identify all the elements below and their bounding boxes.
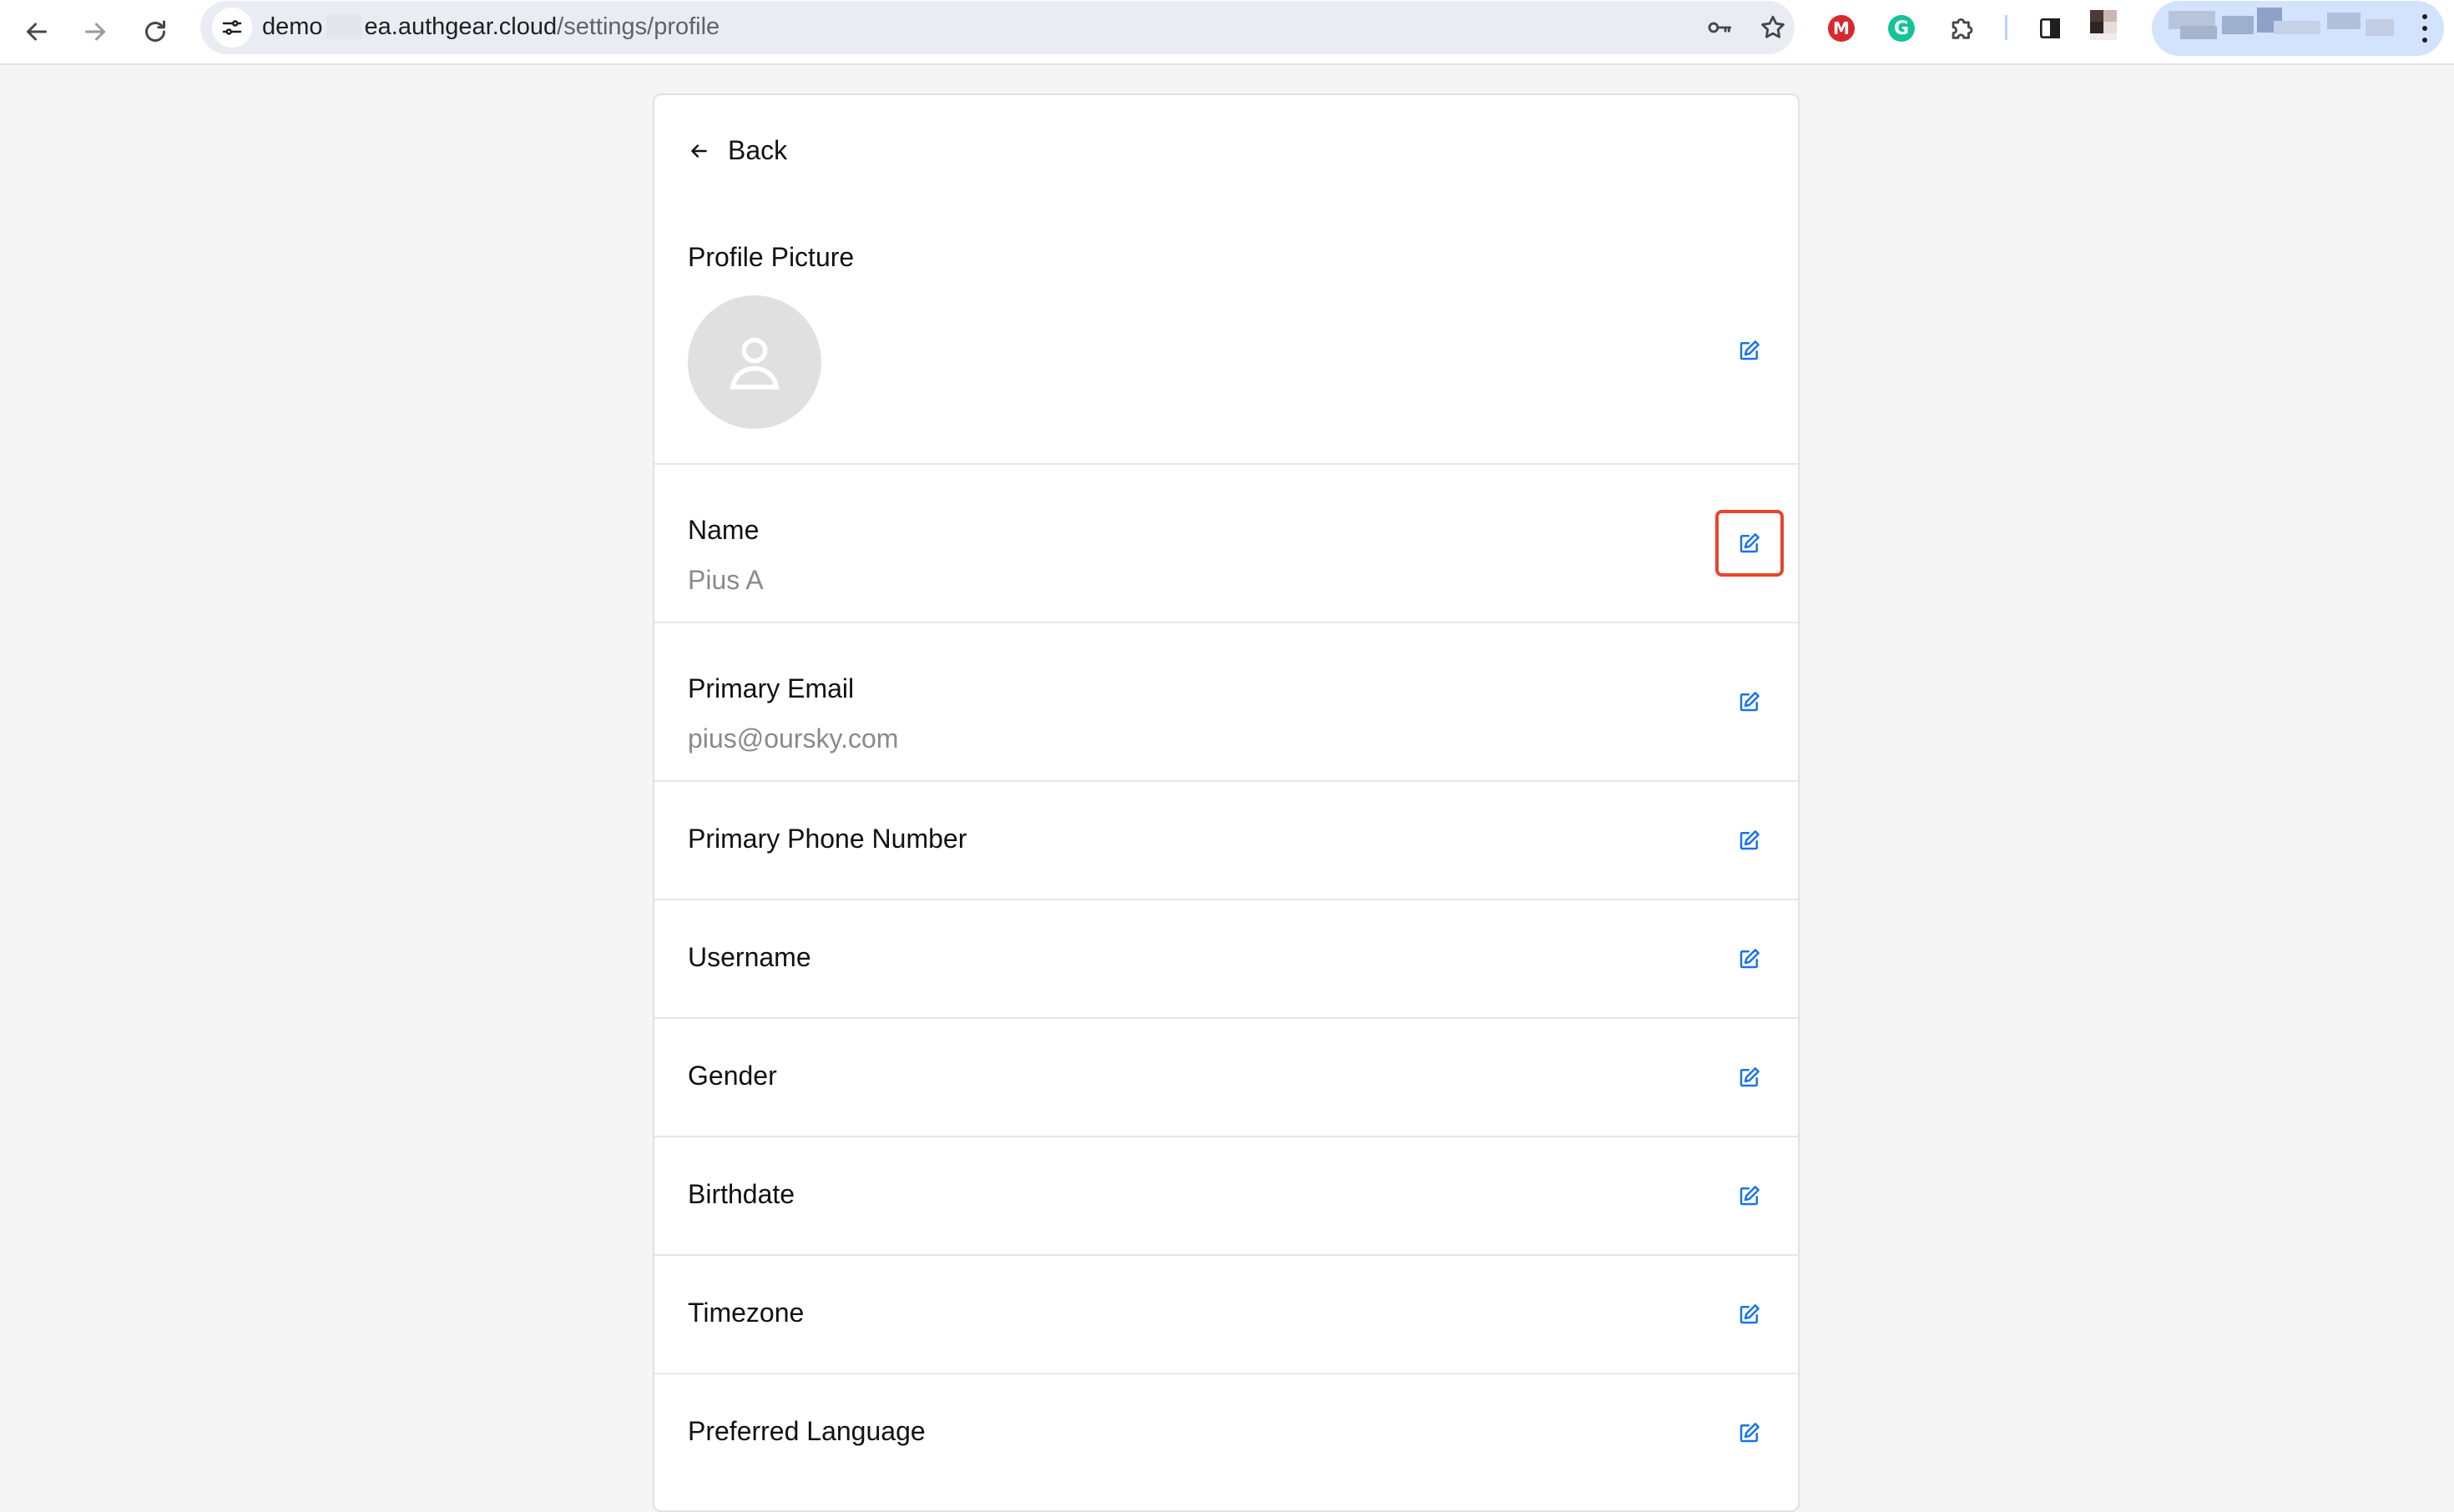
kebab-menu-icon[interactable] [2421, 14, 2429, 43]
field-label: Name [688, 515, 760, 545]
browser-reload-button[interactable] [132, 8, 179, 55]
profile-settings-card: Back Profile Picture Name Pius A Primary… [653, 93, 1800, 1512]
edit-timezone-button[interactable] [1733, 1298, 1766, 1331]
account-profile-pill[interactable] [2152, 1, 2444, 56]
profile-avatar-button[interactable] [2087, 8, 2123, 42]
edit-primary-email-button[interactable] [1733, 685, 1766, 718]
user-avatar-icon [730, 337, 780, 390]
field-row-gender: Gender [654, 1019, 1798, 1137]
url-host-suffix: ea.authgear.cloud [364, 13, 558, 40]
browser-toolbar: demo ea.authgear.cloud/settings/profile M… [0, 0, 2454, 65]
browser-back-button[interactable] [13, 8, 60, 55]
field-label: Gender [688, 1061, 777, 1091]
back-arrow-icon [27, 23, 47, 41]
edit-birthdate-button[interactable] [1733, 1179, 1766, 1212]
edit-icon [1740, 830, 1760, 850]
edit-icon [1740, 1067, 1760, 1087]
field-row-username: Username [654, 900, 1798, 1019]
profile-picture-section: Profile Picture [654, 95, 1798, 465]
field-value: Pius A [688, 565, 764, 595]
edit-gender-button[interactable] [1733, 1061, 1766, 1094]
address-bar[interactable]: demo ea.authgear.cloud/settings/profile [200, 1, 1795, 54]
star-icon [1761, 15, 1785, 38]
edit-icon [1740, 1423, 1760, 1443]
field-row-primary-phone-number: Primary Phone Number [654, 782, 1798, 900]
field-row-name: Name Pius A [654, 465, 1798, 623]
field-row-preferred-language: Preferred Language [654, 1374, 1798, 1493]
grammarly-extension-button[interactable]: G [1885, 12, 1918, 45]
edit-profile-picture-button[interactable] [1733, 334, 1766, 367]
edit-preferred-language-button[interactable] [1733, 1416, 1766, 1449]
field-label: Preferred Language [688, 1416, 926, 1446]
edit-icon [1740, 949, 1760, 969]
password-manager-button[interactable] [1703, 11, 1736, 44]
edit-primary-phone-number-button[interactable] [1733, 824, 1766, 857]
site-settings-button[interactable] [212, 8, 252, 48]
edit-icon [1740, 1304, 1760, 1324]
url-path: /settings/profile [557, 13, 720, 40]
bookmark-button[interactable] [1756, 11, 1790, 44]
edit-icon [1740, 340, 1760, 360]
extensions-button[interactable] [1945, 12, 1978, 45]
forward-arrow-icon [85, 23, 105, 41]
profile-avatar [688, 295, 821, 429]
field-label: Primary Phone Number [688, 824, 967, 854]
field-row-timezone: Timezone [654, 1256, 1798, 1374]
side-panel-button[interactable] [2033, 12, 2067, 45]
field-row-primary-email: Primary Email pius@oursky.com [654, 623, 1798, 782]
edit-icon [1740, 692, 1760, 712]
field-label: Primary Email [688, 673, 855, 703]
url-host-prefix: demo [262, 13, 323, 40]
field-label: Username [688, 942, 811, 972]
toolbar-divider [2005, 15, 2007, 40]
mega-extension-button[interactable]: M [1825, 12, 1858, 45]
edit-icon [1740, 533, 1760, 553]
field-row-birthdate: Birthdate [654, 1137, 1798, 1256]
site-settings-icon [222, 20, 242, 35]
field-label: Birthdate [688, 1179, 795, 1209]
edit-username-button[interactable] [1733, 942, 1766, 975]
edit-name-button[interactable] [1715, 510, 1784, 577]
mega-extension-icon: M [1828, 15, 1855, 42]
grammarly-extension-icon: G [1888, 15, 1915, 42]
puzzle-icon [1952, 18, 1973, 39]
key-icon [1708, 22, 1732, 33]
field-value: pius@oursky.com [688, 723, 899, 753]
edit-icon [1740, 1186, 1760, 1206]
side-panel-icon [2040, 18, 2060, 38]
browser-forward-button[interactable] [72, 8, 119, 55]
field-label: Timezone [688, 1298, 805, 1328]
profile-picture-label: Profile Picture [688, 242, 855, 272]
reload-icon [145, 20, 165, 42]
url-redaction [326, 14, 361, 39]
url-text[interactable]: demo ea.authgear.cloud/settings/profile [262, 13, 720, 41]
